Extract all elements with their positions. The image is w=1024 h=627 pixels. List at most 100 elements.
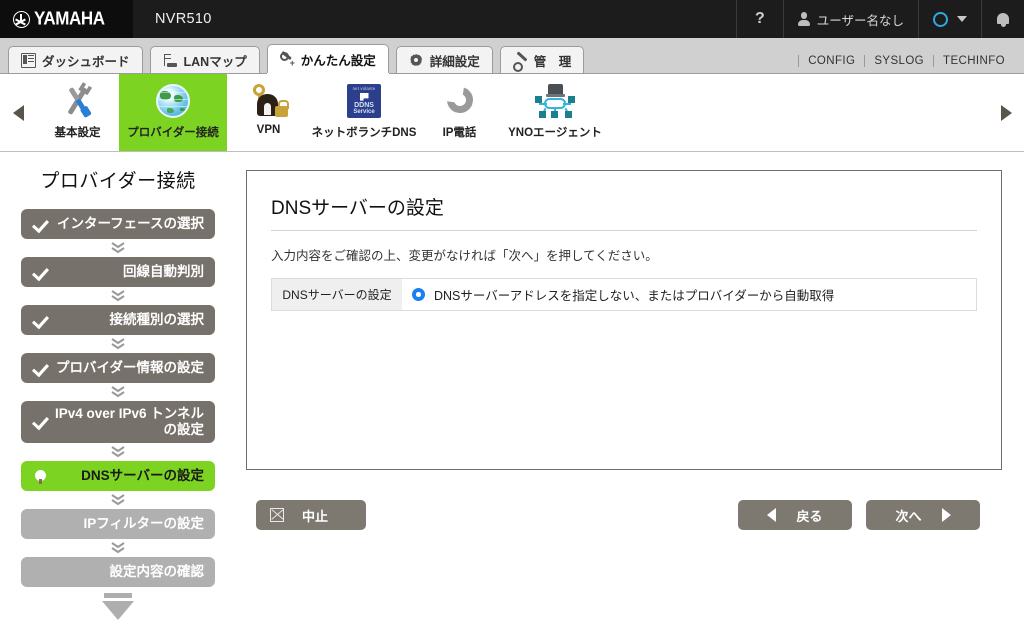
nav-item-netvolante-dns[interactable]: net volante DDNS Service ネットボランチDNS [310, 74, 418, 151]
double-chevron-down-icon [111, 542, 125, 554]
double-chevron-down-icon [111, 386, 125, 398]
step-provider-info[interactable]: プロバイダー情報の設定 [21, 353, 215, 383]
nav-item-yno-agent[interactable]: YNOエージェント [501, 74, 609, 151]
notifications-button[interactable] [981, 0, 1024, 38]
dns-setting-value[interactable]: DNSサーバーアドレスを指定しない、またはプロバイダーから自動取得 [402, 279, 976, 310]
location-pin-icon [32, 470, 54, 485]
dashboard-icon [21, 52, 36, 68]
chevron-down-icon [957, 16, 967, 22]
wizard-sidebar: プロバイダー接続 インターフェースの選択 回線自動判別 接続種別の選択 プロバイ… [0, 152, 236, 622]
nav-item-label: プロバイダー接続 [127, 127, 219, 139]
double-chevron-down-icon [111, 242, 125, 254]
radio-option-label: DNSサーバーアドレスを指定しない、またはプロバイダーから自動取得 [434, 289, 835, 303]
link-techinfo[interactable]: TECHINFO [933, 55, 1014, 67]
double-chevron-down-icon [111, 290, 125, 302]
back-label: 戻る [796, 508, 823, 524]
gear-icon [409, 53, 424, 68]
check-icon [31, 263, 54, 281]
tab-management[interactable]: 管 理 [499, 46, 585, 73]
close-icon [270, 508, 284, 522]
tab-label: LANマップ [183, 54, 247, 69]
tab-lan-map[interactable]: LANマップ [149, 46, 260, 73]
main-content: DNSサーバーの設定 入力内容をご確認の上、変更がなければ「次へ」を押してくださ… [236, 152, 1024, 622]
step-ip-filter-settings[interactable]: IPフィルターの設定 [21, 508, 215, 539]
wizard-steps: インターフェースの選択 回線自動判別 接続種別の選択 プロバイダー情報の設定 I… [0, 209, 236, 627]
step-label: IPv4 over IPv6 トンネルの設定 [54, 406, 204, 437]
lock-key-icon [250, 82, 289, 120]
double-chevron-down-icon [111, 338, 125, 350]
ddns-line1: DDNS [354, 101, 374, 109]
nav-next-button[interactable] [988, 74, 1024, 151]
brand-label: YAMAHA [34, 8, 105, 29]
chevron-right-icon [1000, 104, 1012, 121]
application-window: YAMAHA NVR510 ? ユーザー名なし ダッシュボード LANマップ + [0, 0, 1024, 627]
step-connector [111, 287, 125, 305]
nav-item-ip-phone[interactable]: IP電話 [418, 74, 501, 151]
next-button[interactable]: 次へ [866, 500, 980, 530]
panel-description: 入力内容をご確認の上、変更がなければ「次へ」を押してください。 [271, 249, 658, 263]
link-syslog[interactable]: SYSLOG [864, 55, 933, 67]
tab-label: 管 理 [533, 54, 572, 69]
sidebar-title: プロバイダー接続 [40, 171, 196, 192]
lan-map-icon [163, 53, 178, 68]
ddns-service-icon: net volante DDNS Service [347, 82, 381, 120]
tab-label: ダッシュボード [42, 54, 130, 69]
nav-buttons: 戻る 次へ [738, 500, 980, 530]
step-interface-selection[interactable]: インターフェースの選択 [21, 209, 215, 239]
tab-dashboard[interactable]: ダッシュボード [8, 46, 143, 73]
circle-icon [933, 11, 948, 27]
cancel-button[interactable]: 中止 [256, 500, 366, 530]
step-connector [111, 335, 125, 353]
nav-item-label: ネットボランチDNS [311, 127, 417, 139]
nav-item-label: 基本設定 [54, 127, 101, 139]
step-connector [111, 383, 125, 401]
globe-icon [156, 82, 190, 120]
bell-icon [996, 12, 1010, 27]
nav-item-provider-connection[interactable]: プロバイダー接続 [119, 74, 227, 151]
nav-item-basic-settings[interactable]: 基本設定 [36, 74, 119, 151]
panel-title: DNSサーバーの設定 [271, 193, 977, 231]
step-confirm-settings[interactable]: 設定内容の確認 [21, 556, 215, 587]
step-label: プロバイダー情報の設定 [56, 360, 204, 376]
tab-detailed-setup[interactable]: 詳細設定 [395, 46, 493, 73]
user-menu[interactable]: ユーザー名なし [782, 0, 918, 38]
step-connector [111, 443, 125, 461]
check-icon [31, 413, 54, 431]
check-icon [31, 311, 54, 329]
chevron-left-icon [12, 104, 24, 121]
step-line-auto-detect[interactable]: 回線自動判別 [21, 257, 215, 287]
nav-item-vpn[interactable]: VPN [227, 74, 310, 151]
brand-block: YAMAHA [0, 0, 133, 38]
easy-setup-icon: + [279, 51, 295, 67]
link-config[interactable]: CONFIG [798, 55, 864, 67]
step-connector [111, 239, 125, 257]
step-label: 回線自動判別 [123, 264, 204, 280]
nav-item-label: VPN [256, 124, 281, 136]
step-connection-type[interactable]: 接続種別の選択 [21, 305, 215, 335]
network-cloud-icon [535, 82, 575, 120]
back-button[interactable]: 戻る [738, 500, 852, 530]
cancel-label: 中止 [302, 508, 329, 524]
wrench-icon [512, 53, 528, 72]
status-menu[interactable] [918, 0, 981, 38]
nav-items: 基本設定 プロバイダー接続 VPN net volante DDNS Servi… [36, 74, 988, 151]
help-button[interactable]: ? [735, 0, 783, 38]
arrow-left-icon [767, 508, 777, 522]
tools-icon [60, 82, 96, 120]
dns-setting-row: DNSサーバーの設定 DNSサーバーアドレスを指定しない、またはプロバイダーから… [271, 278, 977, 311]
nav-item-label: YNOエージェント [508, 127, 602, 139]
check-icon [31, 215, 54, 233]
wizard-footer: 中止 戻る 次へ [246, 470, 1002, 530]
radio-button-selected[interactable] [412, 288, 425, 301]
step-ipv4-over-ipv6-tunnel[interactable]: IPv4 over IPv6 トンネルの設定 [21, 401, 215, 443]
ddns-top-label: net volante [352, 86, 376, 92]
step-dns-server-settings[interactable]: DNSサーバーの設定 [21, 460, 215, 491]
person-icon [797, 12, 810, 26]
double-chevron-down-icon [111, 446, 125, 458]
step-connector [111, 539, 125, 557]
step-label: インターフェースの選択 [56, 216, 204, 232]
nav-item-label: IP電話 [442, 127, 477, 139]
tab-easy-setup[interactable]: + かんたん設定 [266, 44, 389, 74]
nav-prev-button[interactable] [0, 74, 36, 151]
